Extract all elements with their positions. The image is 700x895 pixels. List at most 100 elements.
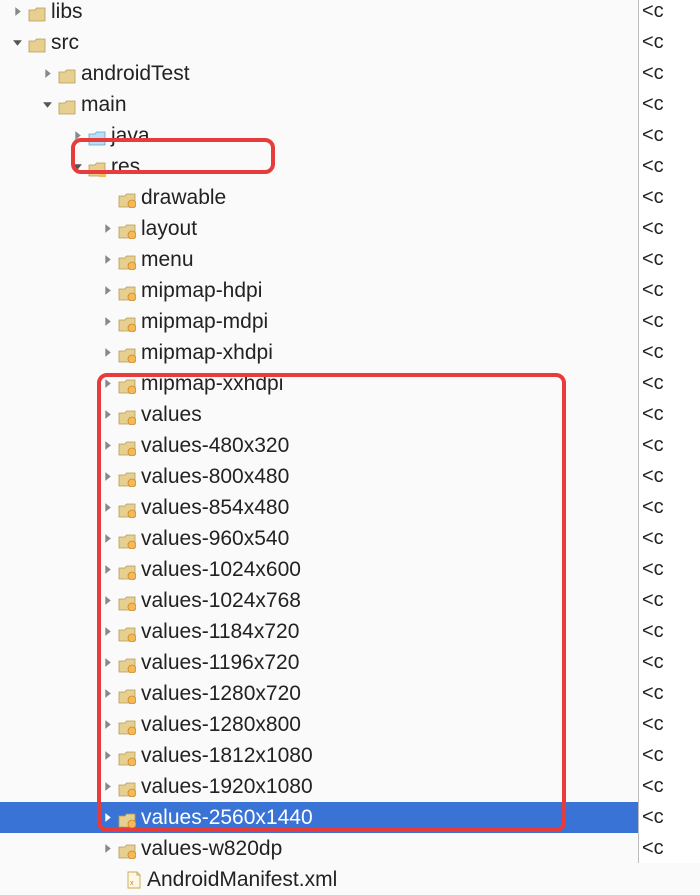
tree-item-label: mipmap-hdpi <box>141 279 262 303</box>
tree-item-values-1280x720[interactable]: values-1280x720 <box>0 678 700 709</box>
disclosure-right-icon[interactable] <box>100 377 114 391</box>
code-line-fragment: <c <box>642 709 700 740</box>
tree-item-label: libs <box>51 0 83 24</box>
tree-item-java[interactable]: java <box>0 120 700 151</box>
disclosure-right-icon[interactable] <box>100 253 114 267</box>
disclosure-right-icon[interactable] <box>100 656 114 670</box>
disclosure-down-icon[interactable] <box>70 160 84 174</box>
tree-item-label: src <box>51 31 79 55</box>
disclosure-right-icon[interactable] <box>100 780 114 794</box>
folder-icon <box>58 66 76 81</box>
tree-item-values-1920x1080[interactable]: values-1920x1080 <box>0 771 700 802</box>
tree-item-values-960x540[interactable]: values-960x540 <box>0 523 700 554</box>
folder-dot-icon <box>118 624 136 639</box>
tree-item-label: values-w820dp <box>141 837 282 861</box>
disclosure-right-icon[interactable] <box>100 532 114 546</box>
disclosure-right-icon[interactable] <box>100 222 114 236</box>
tree-item-drawable[interactable]: drawable <box>0 182 700 213</box>
disclosure-right-icon[interactable] <box>100 284 114 298</box>
tree-item-values-1184x720[interactable]: values-1184x720 <box>0 616 700 647</box>
tree-item-mipmap-mdpi[interactable]: mipmap-mdpi <box>0 306 700 337</box>
disclosure-right-icon[interactable] <box>100 501 114 515</box>
code-line-fragment: <c <box>642 678 700 709</box>
disclosure-right-icon[interactable] <box>100 718 114 732</box>
disclosure-down-icon[interactable] <box>10 36 24 50</box>
disclosure-right-icon[interactable] <box>100 842 114 856</box>
tree-item-values-1024x600[interactable]: values-1024x600 <box>0 554 700 585</box>
code-line-fragment: <c <box>642 492 700 523</box>
folder-res-icon <box>88 159 106 174</box>
disclosure-right-icon[interactable] <box>100 408 114 422</box>
tree-item-androidtest[interactable]: androidTest <box>0 58 700 89</box>
tree-item-src[interactable]: src <box>0 27 700 58</box>
tree-item-label: values-1280x800 <box>141 713 301 737</box>
disclosure-right-icon[interactable] <box>100 439 114 453</box>
tree-item-values-1812x1080[interactable]: values-1812x1080 <box>0 740 700 771</box>
tree-item-label: values-1920x1080 <box>141 775 313 799</box>
folder-dot-icon <box>118 252 136 267</box>
disclosure-right-icon[interactable] <box>40 67 54 81</box>
folder-dot-icon <box>118 717 136 732</box>
tree-item-label: mipmap-xxhdpi <box>141 372 283 396</box>
svg-text:x: x <box>130 880 134 887</box>
disclosure-down-icon[interactable] <box>40 98 54 112</box>
disclosure-right-icon[interactable] <box>10 5 24 19</box>
disclosure-right-icon[interactable] <box>100 687 114 701</box>
tree-item-values-w820dp[interactable]: values-w820dp <box>0 833 700 864</box>
tree-item-menu[interactable]: menu <box>0 244 700 275</box>
xml-file-icon: x <box>126 871 142 889</box>
tree-item-values-854x480[interactable]: values-854x480 <box>0 492 700 523</box>
disclosure-right-icon[interactable] <box>70 129 84 143</box>
tree-item-values[interactable]: values <box>0 399 700 430</box>
tree-item-layout[interactable]: layout <box>0 213 700 244</box>
tree-item-main[interactable]: main <box>0 89 700 120</box>
disclosure-right-icon[interactable] <box>100 749 114 763</box>
spacer <box>100 191 114 205</box>
tree-item-libs[interactable]: libs <box>0 0 700 27</box>
code-line-fragment: <c <box>642 368 700 399</box>
tree-item-mipmap-xxhdpi[interactable]: mipmap-xxhdpi <box>0 368 700 399</box>
tree-item-values-2560x1440[interactable]: values-2560x1440 <box>0 802 700 833</box>
tree-item-androidmanifest-xml[interactable]: x AndroidManifest.xml <box>0 864 700 895</box>
folder-dot-icon <box>118 190 136 205</box>
code-line-fragment: <c <box>642 337 700 368</box>
disclosure-right-icon[interactable] <box>100 811 114 825</box>
code-line-fragment: <c <box>642 306 700 337</box>
tree-item-label: values-1184x720 <box>141 620 299 644</box>
code-line-fragment: <c <box>642 89 700 120</box>
code-line-fragment: <c <box>642 27 700 58</box>
tree-item-mipmap-hdpi[interactable]: mipmap-hdpi <box>0 275 700 306</box>
tree-item-label: AndroidManifest.xml <box>147 868 337 892</box>
tree-item-label: values-1812x1080 <box>141 744 313 768</box>
code-line-fragment: <c <box>642 802 700 833</box>
disclosure-right-icon[interactable] <box>100 346 114 360</box>
tree-item-label: values-1024x768 <box>141 589 301 613</box>
tree-item-label: res <box>111 155 140 179</box>
code-line-fragment: <c <box>642 833 700 863</box>
tree-item-values-1024x768[interactable]: values-1024x768 <box>0 585 700 616</box>
code-line-fragment: <c <box>642 554 700 585</box>
folder-dot-icon <box>118 438 136 453</box>
disclosure-right-icon[interactable] <box>100 470 114 484</box>
disclosure-right-icon[interactable] <box>100 563 114 577</box>
code-line-fragment: <c <box>642 213 700 244</box>
disclosure-right-icon[interactable] <box>100 625 114 639</box>
tree-item-label: values-2560x1440 <box>141 806 313 830</box>
tree-item-values-1280x800[interactable]: values-1280x800 <box>0 709 700 740</box>
tree-item-values-1196x720[interactable]: values-1196x720 <box>0 647 700 678</box>
tree-item-label: main <box>81 93 127 117</box>
tree-item-mipmap-xhdpi[interactable]: mipmap-xhdpi <box>0 337 700 368</box>
folder-dot-icon <box>118 531 136 546</box>
tree-item-values-480x320[interactable]: values-480x320 <box>0 430 700 461</box>
disclosure-right-icon[interactable] <box>100 594 114 608</box>
folder-dot-icon <box>118 376 136 391</box>
tree-item-values-800x480[interactable]: values-800x480 <box>0 461 700 492</box>
folder-blue-icon <box>88 128 106 143</box>
disclosure-right-icon[interactable] <box>100 315 114 329</box>
tree-item-label: layout <box>141 217 197 241</box>
code-line-fragment: <c <box>642 430 700 461</box>
tree-item-label: mipmap-xhdpi <box>141 341 273 365</box>
folder-dot-icon <box>118 686 136 701</box>
code-line-fragment: <c <box>642 399 700 430</box>
tree-item-res[interactable]: res <box>0 151 700 182</box>
